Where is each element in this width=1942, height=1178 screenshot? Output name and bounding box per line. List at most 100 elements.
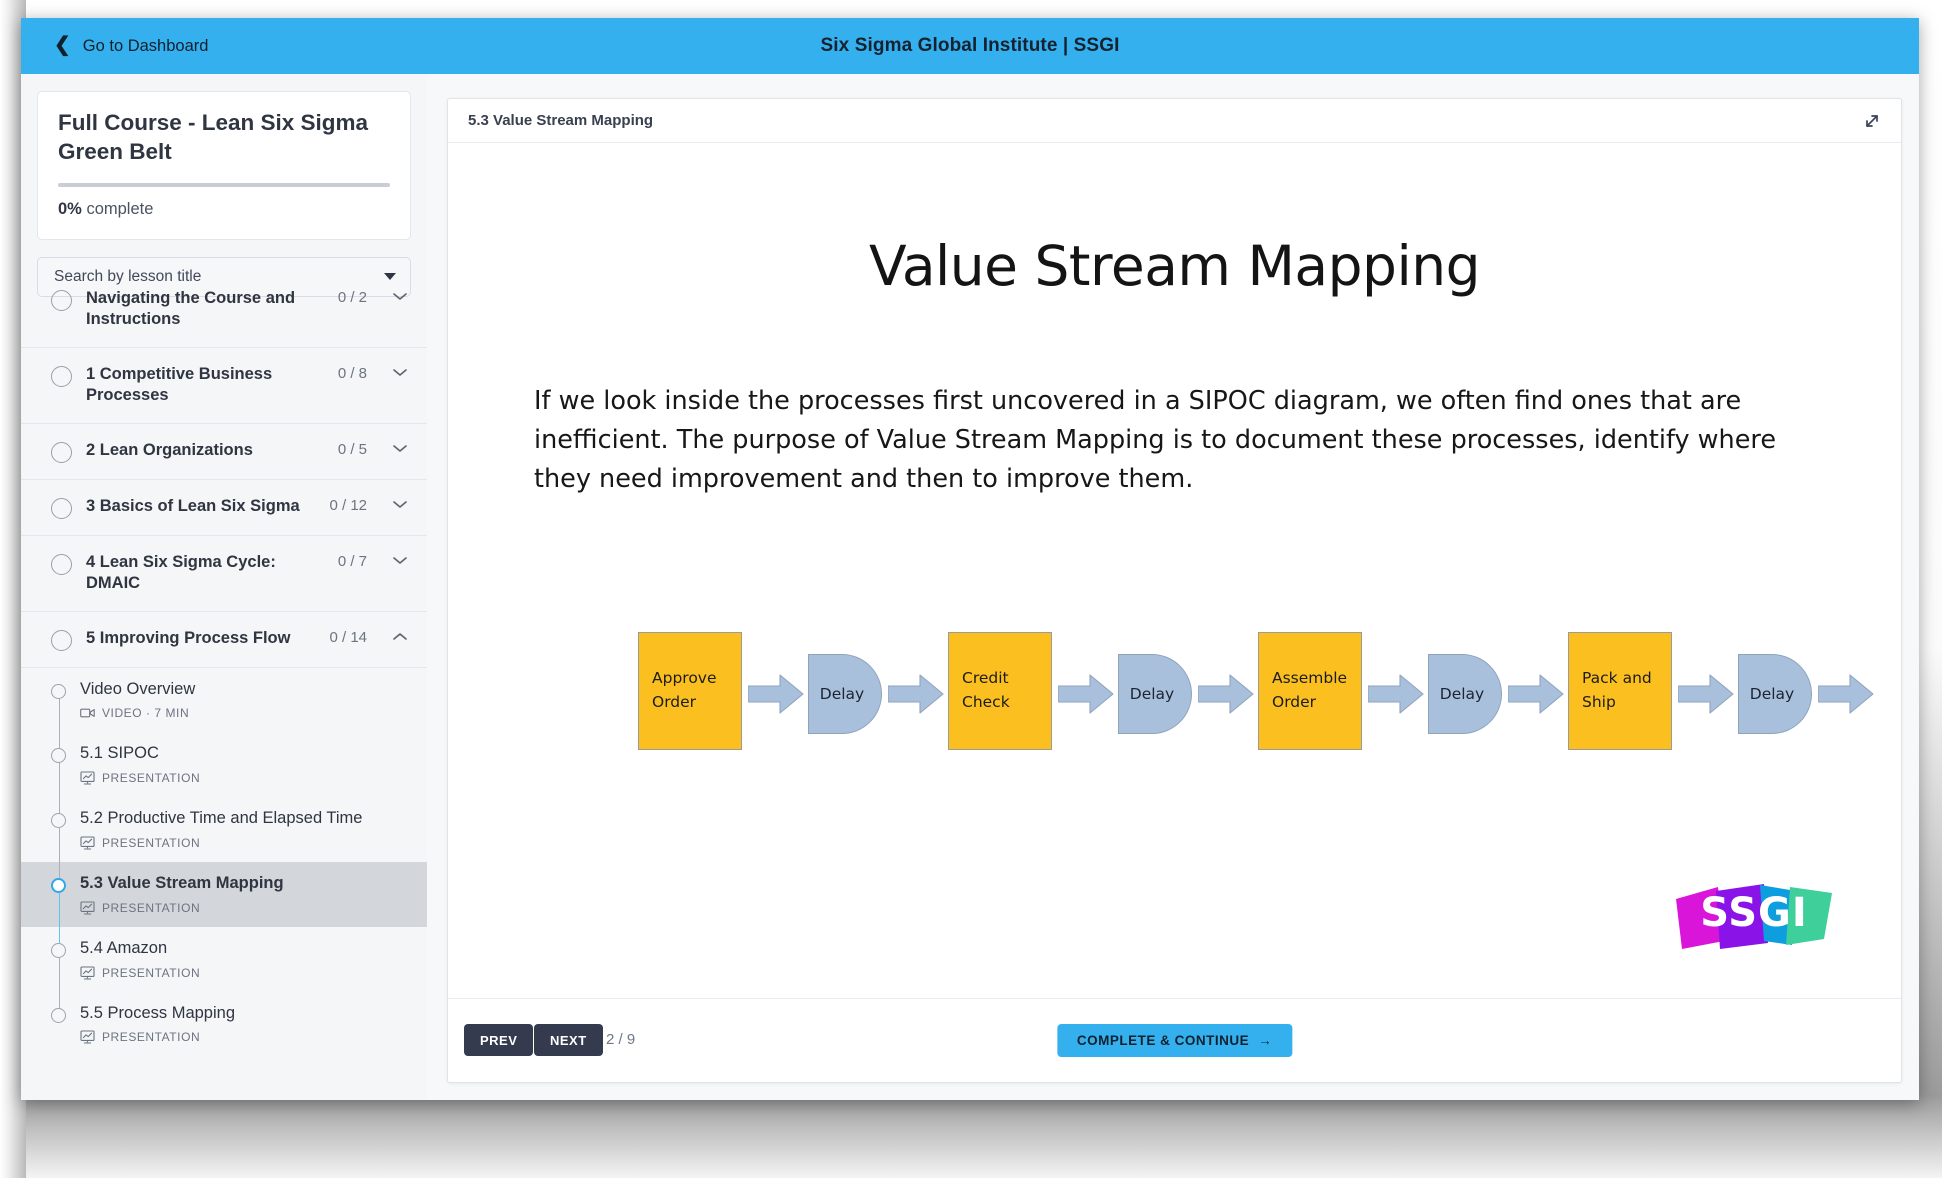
flow-arrow-icon: [748, 674, 804, 714]
next-button[interactable]: NEXT: [534, 1024, 603, 1056]
presentation-icon: [80, 901, 95, 915]
module-status-circle: [51, 442, 72, 463]
module-row[interactable]: Navigating the Course and Instructions 0 …: [21, 272, 427, 348]
ssgi-logo: SSGI: [1672, 879, 1837, 961]
module-list: Navigating the Course and Instructions 0 …: [21, 272, 427, 1100]
process-step-label: Assemble Order: [1259, 667, 1361, 714]
module-status-circle: [51, 498, 72, 519]
video-camera-icon: [80, 707, 95, 719]
module-status-circle: [51, 554, 72, 575]
flow-arrow-icon: [1368, 674, 1424, 714]
flow-arrow-icon: [1058, 674, 1114, 714]
module-row[interactable]: 4 Lean Six Sigma Cycle: DMAIC0 / 7: [21, 536, 427, 612]
course-progress-card: Full Course - Lean Six Sigma Green Belt …: [37, 91, 411, 240]
lesson-meta-label: PRESENTATION: [102, 1030, 200, 1044]
module-progress-count: 0 / 8: [338, 365, 367, 382]
module-status-circle: [51, 290, 72, 311]
flow-arrow-icon: [1198, 674, 1254, 714]
chevron-down-icon[interactable]: [389, 497, 411, 514]
module-row[interactable]: 5 Improving Process Flow 0 / 14: [21, 612, 427, 668]
lesson-title: 5.3 Value Stream Mapping: [80, 874, 284, 892]
module-progress-count: 0 / 2: [338, 289, 367, 306]
lesson-title: 5.1 SIPOC: [80, 744, 159, 762]
module-status-circle: [51, 630, 72, 651]
chevron-up-icon[interactable]: [389, 629, 411, 646]
delay-step-label: Delay: [1750, 685, 1800, 703]
lesson-status-circle: [51, 943, 66, 958]
process-step-box: Credit Check: [948, 632, 1052, 750]
chevron-down-icon[interactable]: [389, 365, 411, 382]
course-title: Full Course - Lean Six Sigma Green Belt: [58, 109, 390, 167]
lesson-status-circle: [51, 748, 66, 763]
lesson-meta-label: PRESENTATION: [102, 836, 200, 850]
lesson-footer: PREV NEXT 2 / 9 COMPLETE & CONTINUE →: [448, 998, 1901, 1082]
slide-title: Value Stream Mapping: [448, 234, 1901, 298]
module-title: Navigating the Course and Instructions: [86, 288, 324, 331]
lesson-status-circle: [51, 1008, 66, 1023]
page-indicator: 2 / 9: [606, 1031, 635, 1048]
lesson-list: Video OverviewVIDEO · 7 MIN 5.1 SIPOC PRES…: [21, 668, 427, 1057]
lesson-meta: PRESENTATION: [80, 901, 411, 915]
module-status-circle: [51, 366, 72, 387]
expand-diagonal-icon[interactable]: [1859, 108, 1885, 134]
progress-label: 0% complete: [58, 200, 390, 219]
process-step-box: Pack and Ship: [1568, 632, 1672, 750]
progress-suffix: complete: [82, 200, 154, 218]
delay-step-label: Delay: [820, 685, 870, 703]
lesson-item-active[interactable]: 5.3 Value Stream Mapping PRESENTATION: [21, 862, 427, 927]
lesson-meta-label: VIDEO · 7 MIN: [102, 706, 189, 720]
lesson-status-circle: [51, 878, 66, 893]
delay-step-label: Delay: [1440, 685, 1490, 703]
presentation-icon: [80, 1030, 95, 1044]
lesson-item[interactable]: 5.2 Productive Time and Elapsed TimePRES…: [21, 797, 427, 862]
lesson-item[interactable]: Video OverviewVIDEO · 7 MIN: [21, 668, 427, 733]
chevron-down-icon[interactable]: [389, 441, 411, 458]
delay-step-label: Delay: [1130, 685, 1180, 703]
delay-step-shape: Delay: [808, 654, 882, 734]
module-progress-count: 0 / 14: [329, 629, 367, 646]
presentation-icon: [80, 966, 95, 980]
lesson-title: 5.5 Process Mapping: [80, 1004, 235, 1022]
value-stream-process-diagram: Approve Order Delay Credit Check Delay Assem…: [638, 624, 1658, 759]
svg-text:SSGI: SSGI: [1700, 890, 1808, 936]
lesson-meta: PRESENTATION: [80, 771, 411, 785]
lesson-meta: PRESENTATION: [80, 966, 411, 980]
course-sidebar: Full Course - Lean Six Sigma Green Belt …: [21, 74, 427, 1100]
lesson-meta-label: PRESENTATION: [102, 966, 200, 980]
lesson-status-circle: [51, 813, 66, 828]
app-window: Six Sigma Global Institute | SSGI ❮ Go t…: [21, 18, 1919, 1100]
prev-button[interactable]: PREV: [464, 1024, 533, 1056]
lesson-meta-label: PRESENTATION: [102, 901, 200, 915]
go-to-dashboard-label: Go to Dashboard: [83, 37, 209, 56]
lesson-connector: [59, 958, 60, 1008]
lesson-item[interactable]: 5.4 Amazon PRESENTATION: [21, 927, 427, 992]
progress-bar: [58, 183, 390, 187]
arrow-right-icon: →: [1258, 1033, 1272, 1048]
lesson-meta: PRESENTATION: [80, 1030, 411, 1044]
process-step-label: Approve Order: [639, 667, 741, 714]
module-title: 2 Lean Organizations: [86, 440, 324, 461]
presentation-icon: [80, 771, 95, 785]
lesson-item[interactable]: 5.5 Process Mapping PRESENTATION: [21, 992, 427, 1057]
module-row[interactable]: 2 Lean Organizations0 / 5: [21, 424, 427, 480]
delay-step-shape: Delay: [1118, 654, 1192, 734]
complete-label: COMPLETE & CONTINUE: [1077, 1033, 1249, 1048]
process-step-label: Pack and Ship: [1569, 667, 1671, 714]
lesson-connector: [59, 893, 60, 943]
flow-arrow-icon: [1818, 674, 1874, 714]
delay-step-shape: Delay: [1738, 654, 1812, 734]
module-title: 5 Improving Process Flow: [86, 628, 315, 649]
lesson-connector: [59, 699, 60, 749]
module-row[interactable]: 3 Basics of Lean Six Sigma0 / 12: [21, 480, 427, 536]
chevron-left-icon: ❮: [54, 35, 71, 55]
module-title: 3 Basics of Lean Six Sigma: [86, 496, 315, 517]
chevron-down-icon[interactable]: [389, 289, 411, 306]
go-to-dashboard-link[interactable]: ❮ Go to Dashboard: [54, 18, 208, 74]
chevron-down-icon[interactable]: [389, 553, 411, 570]
lesson-meta: VIDEO · 7 MIN: [80, 706, 411, 720]
complete-and-continue-button[interactable]: COMPLETE & CONTINUE →: [1057, 1024, 1292, 1057]
module-row[interactable]: 1 Competitive Business Processes0 / 8: [21, 348, 427, 424]
lesson-item[interactable]: 5.1 SIPOC PRESENTATION: [21, 732, 427, 797]
process-step-box: Assemble Order: [1258, 632, 1362, 750]
lesson-title: 5.4 Amazon: [80, 939, 167, 957]
